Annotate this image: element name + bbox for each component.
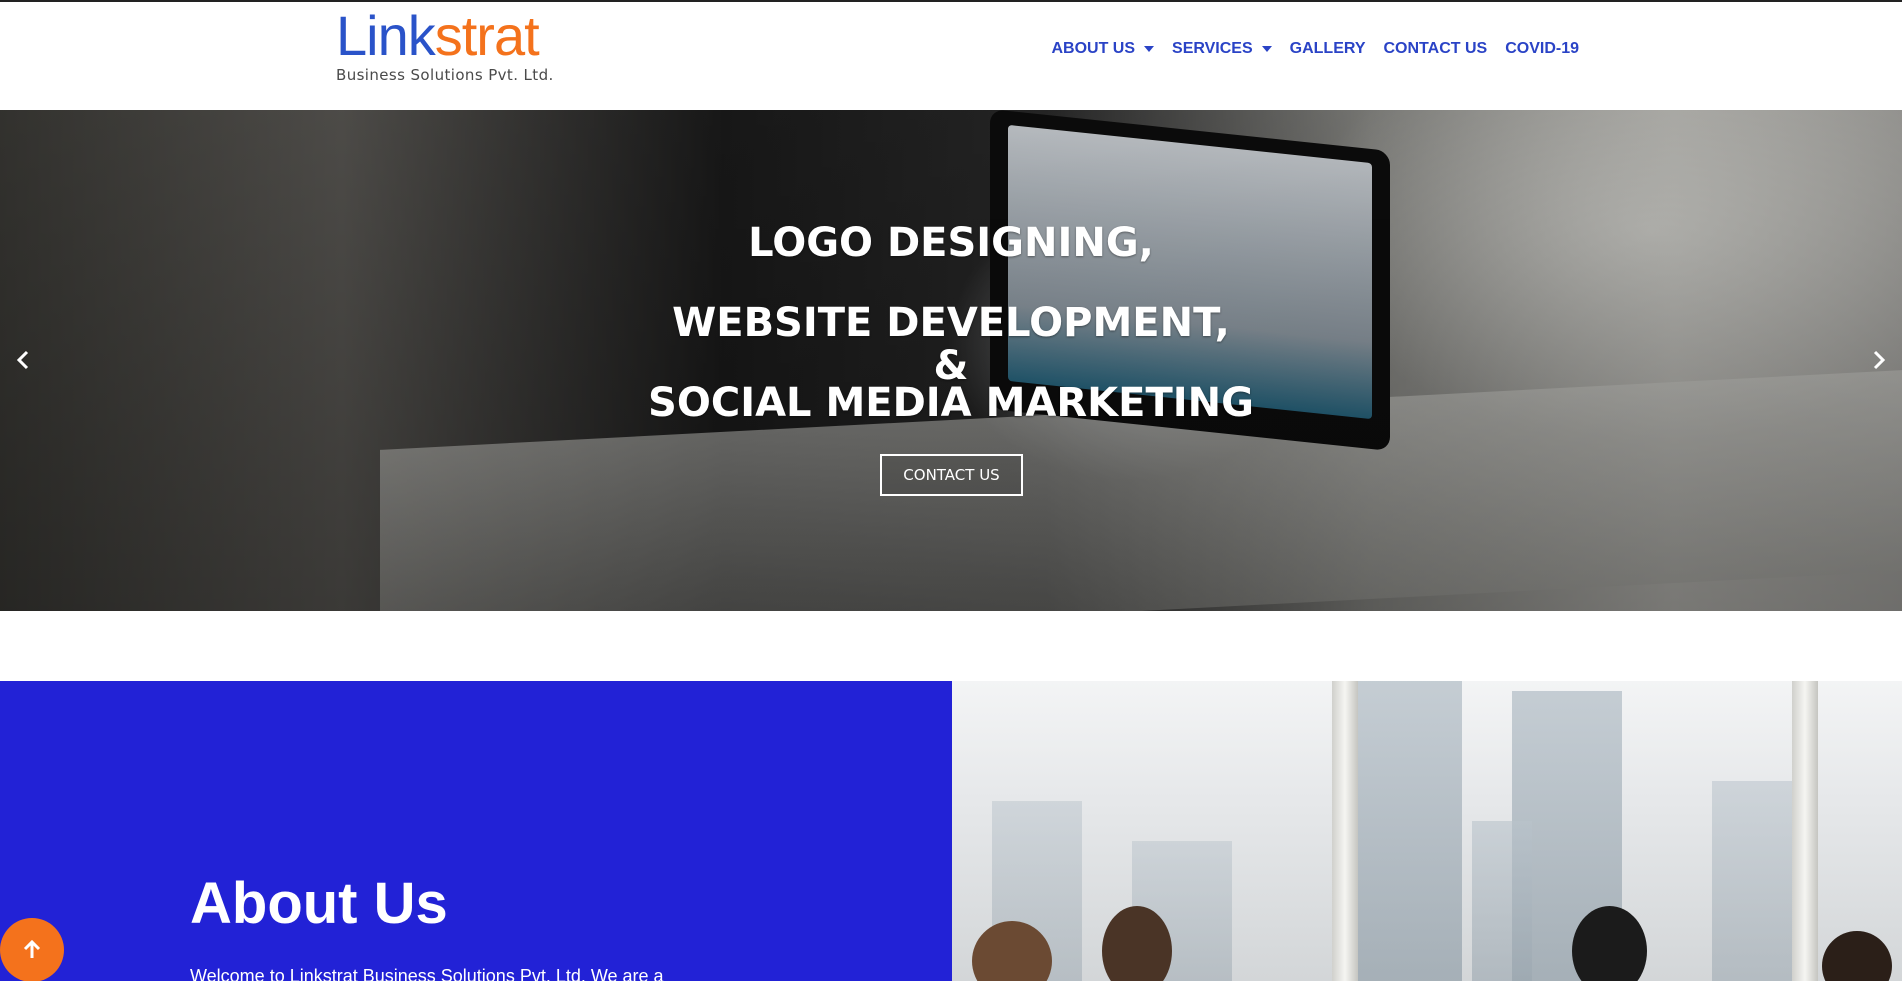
hero-heading-line-1: LOGO DESIGNING, [748,220,1154,266]
hero-heading-line-2: WEBSITE DEVELOPMENT, [672,300,1230,346]
nav-item-about-us[interactable]: ABOUT US [1042,40,1163,58]
logo-wordmark-part1: Link [336,4,436,67]
about-photo [952,681,1902,981]
nav-item-gallery[interactable]: GALLERY [1281,40,1375,58]
hero-slider: LOGO DESIGNING, WEBSITE DEVELOPMENT, & S… [0,110,1902,611]
nav-item-label: SERVICES [1172,40,1253,57]
about-intro-text: Welcome to Linkstrat Business Solutions … [190,966,664,981]
about-section: About Us Welcome to Linkstrat Business S… [0,681,952,981]
nav-item-services[interactable]: SERVICES [1163,40,1281,58]
arrow-up-icon [23,939,41,958]
logo-tagline: Business Solutions Pvt. Ltd. [336,66,554,84]
main-nav: ABOUT US SERVICES GALLERY CONTACT US COV… [1042,40,1588,58]
chevron-right-icon[interactable] [1866,348,1890,372]
nav-item-covid-19[interactable]: COVID-19 [1496,40,1588,58]
chevron-left-icon[interactable] [12,348,36,372]
back-to-top-button[interactable] [0,918,64,981]
caret-down-icon [1261,46,1272,52]
site-header: Linkstrat Business Solutions Pvt. Ltd. A… [0,0,1902,110]
nav-item-label: CONTACT US [1383,40,1488,57]
caret-down-icon [1144,46,1155,52]
logo-wordmark: Linkstrat [336,8,586,64]
hero-contact-button[interactable]: CONTACT US [880,454,1023,496]
hero-heading-line-4: SOCIAL MEDIA MARKETING [648,380,1254,426]
nav-item-contact-us[interactable]: CONTACT US [1375,40,1497,58]
nav-item-label: GALLERY [1289,40,1366,57]
logo-wordmark-part2: strat [434,4,540,67]
nav-item-label: COVID-19 [1505,40,1579,57]
site-logo[interactable]: Linkstrat Business Solutions Pvt. Ltd. [336,8,586,90]
nav-item-label: ABOUT US [1051,40,1136,57]
about-title: About Us [190,871,448,936]
